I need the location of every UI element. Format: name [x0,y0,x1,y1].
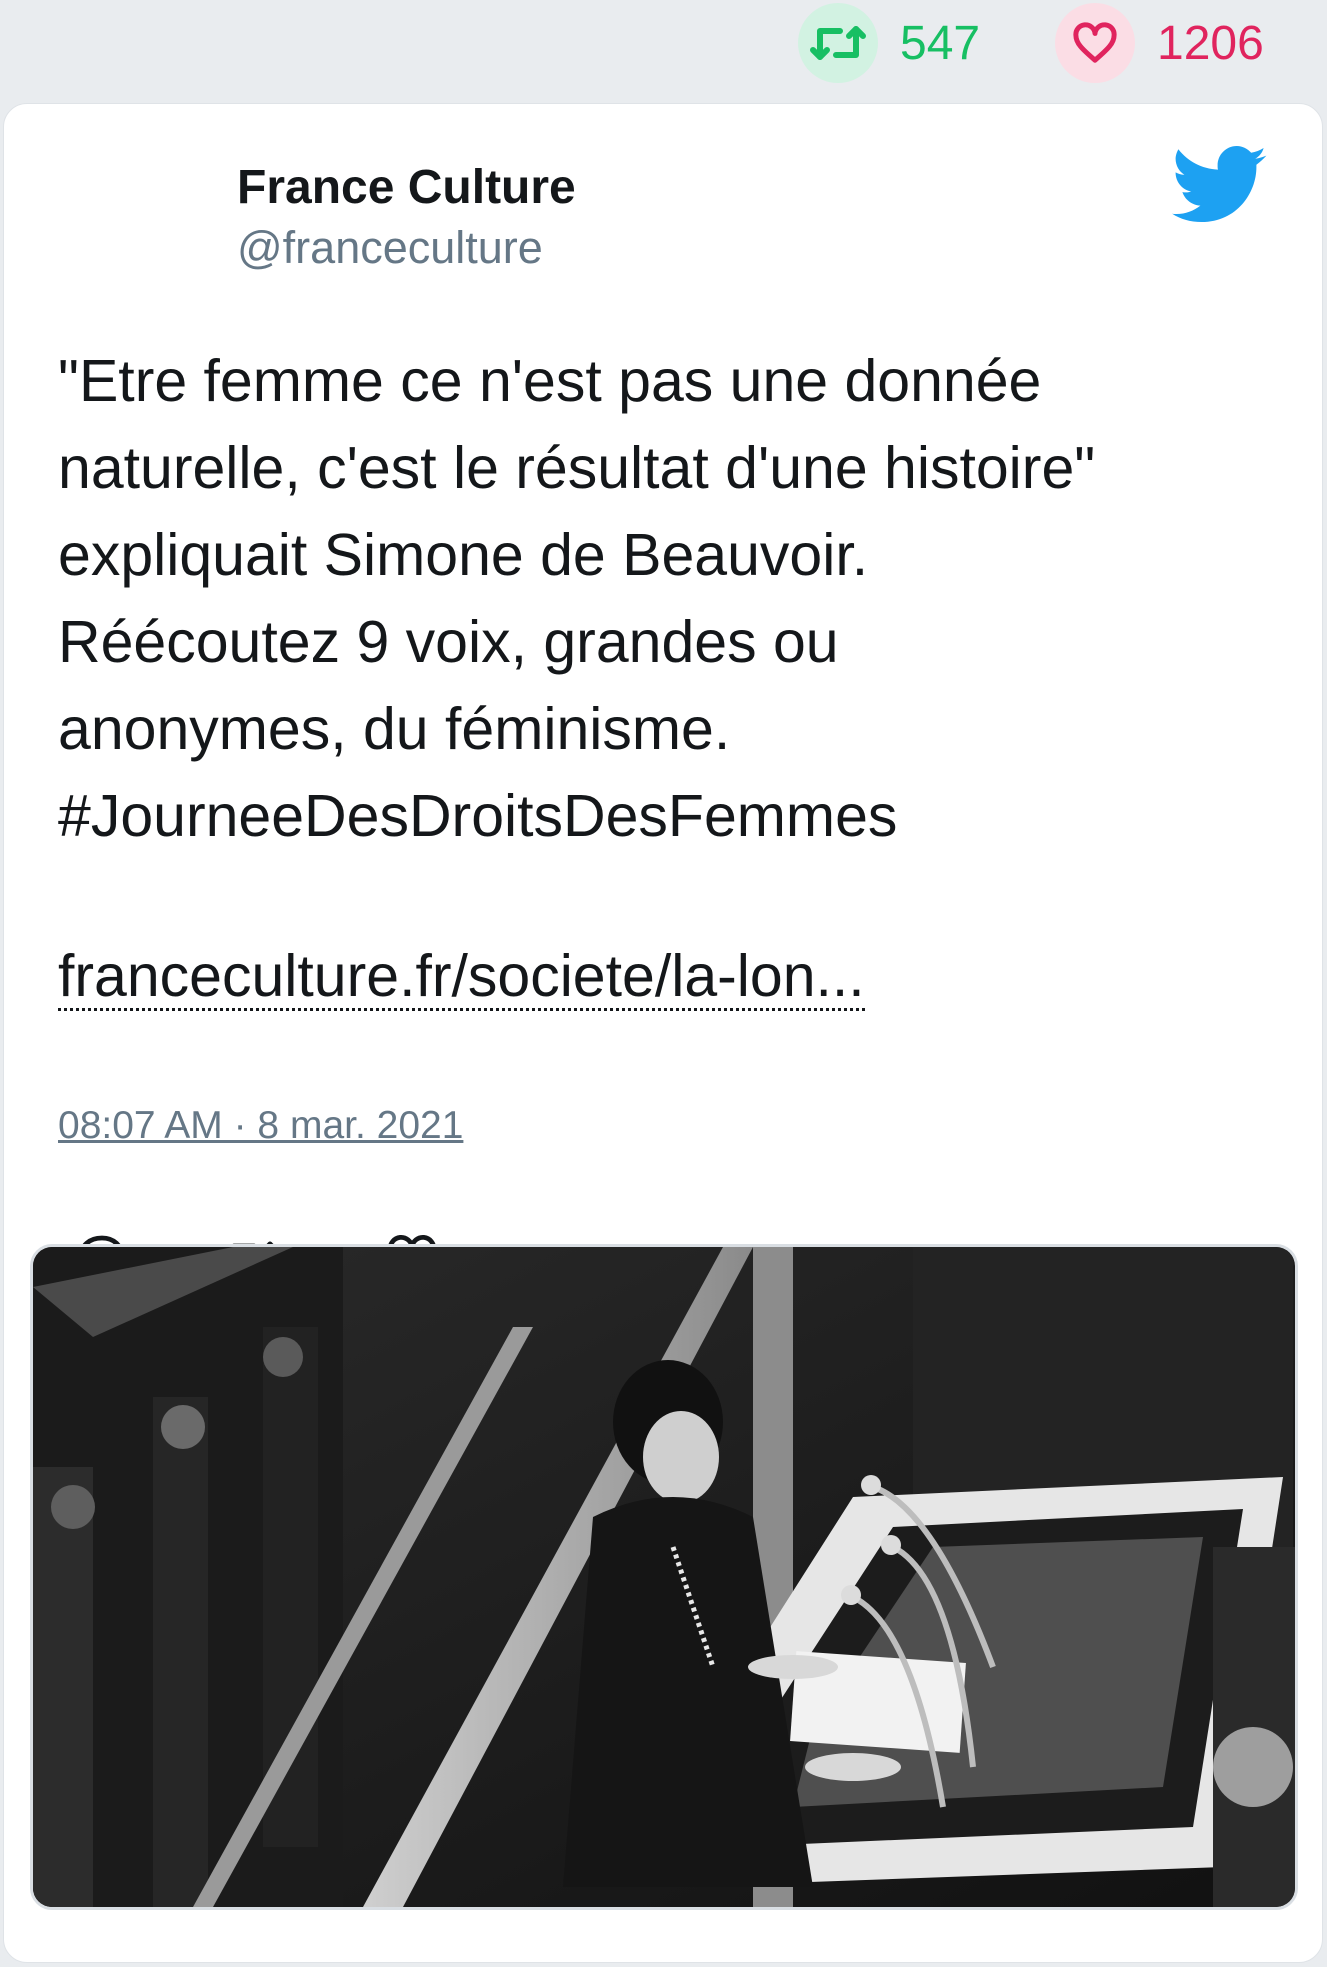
twitter-bird-icon[interactable] [1172,146,1268,231]
tweet-stats: 547 1206 [0,0,1327,100]
tweet-link[interactable]: franceculture.fr/societe/la-lon... [58,944,865,1011]
like-count[interactable]: 1206 [1055,0,1264,86]
heart-icon [1055,3,1135,83]
like-count-value: 1206 [1157,16,1264,70]
photo-image [33,1247,1295,1907]
retweet-count[interactable]: 547 [798,0,980,86]
tweet-text: "Etre femme ce n'est pas une donnée natu… [58,348,1096,849]
retweet-count-value: 547 [900,16,981,70]
tweet-card: France Culture @franceculture "Etre femm… [3,103,1323,1963]
author-handle[interactable]: @franceculture [237,222,543,274]
author-name[interactable]: France Culture [237,160,576,215]
tweet-photo[interactable] [30,1244,1298,1910]
tweet-timestamp[interactable]: 08:07 AM · 8 mar. 2021 [58,1104,463,1148]
retweet-icon [798,3,878,83]
